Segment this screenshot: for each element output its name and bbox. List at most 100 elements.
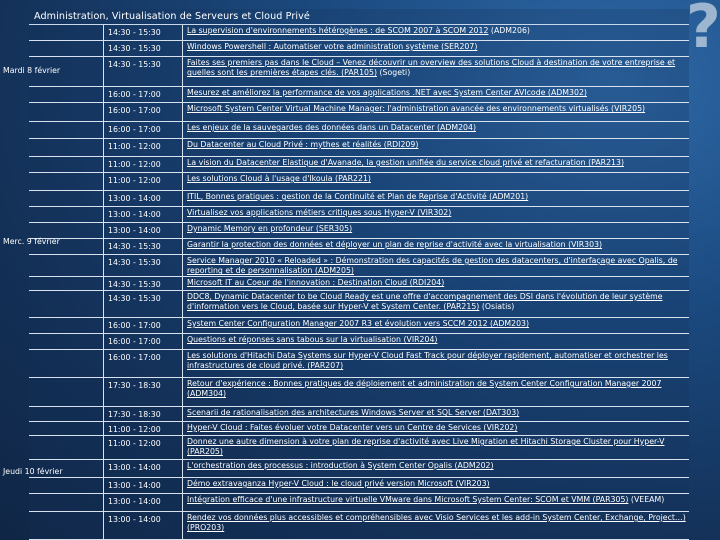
session-link[interactable]: Microsoft System Center Virtual Machine … [187,104,645,113]
session-time: 13:00 - 14:00 [105,223,183,238]
session-time: 13:00 - 14:00 [105,207,183,222]
session-row: 16:00 - 17:00 Les enjeux de la sauvegarde… [29,122,689,139]
session-link[interactable]: Retour d'expérience : Bonnes pratiques d… [187,379,661,398]
session-description: La vision du Datacenter Elastique d'Avan… [184,157,687,172]
session-link[interactable]: Hyper-V Cloud : Faites évoluer votre Dat… [187,423,517,432]
session-description: Du Datacenter au Cloud Privé : mythes et… [184,139,687,156]
session-link[interactable]: Faites ses premiers pas dans le Cloud – … [187,58,675,77]
day-cell [29,436,104,459]
session-description: Rendez vos données plus accessibles et c… [184,512,687,539]
session-description: La supervision d'environnements hétérogè… [184,25,687,40]
session-link[interactable]: Rendez vos données plus accessibles et c… [187,513,686,532]
session-link[interactable]: Microsoft IT au Coeur de l'innovation : … [187,278,444,287]
session-row: 16:00 - 17:00 Mesurez et améliorez la per… [29,87,689,103]
session-link[interactable]: L'orchestration des processus : introduc… [187,461,494,470]
day-cell [29,378,104,406]
session-link[interactable]: Scenarii de rationalisation des architec… [187,408,519,417]
session-time: 14:30 - 15:30 [105,25,183,40]
session-description: Les solutions Cloud à l'usage d'Ikoula (… [184,173,687,190]
session-row: 13:00 - 14:00 Démo extravaganza Hyper-V C… [29,478,689,494]
session-description: ITIL, Bonnes pratiques : gestion de la C… [184,191,687,206]
session-link[interactable]: Service Manager 2010 « Reloaded » : Démo… [187,256,678,275]
day-cell [29,334,104,349]
session-description: Questions et réponses sans tabous sur la… [184,334,687,349]
session-time: 13:00 - 14:00 [105,512,183,539]
session-row: 13:00 - 14:00 Intégration efficace d'une … [29,494,689,512]
session-description: Windows Powershell : Automatiser votre a… [184,41,687,56]
session-time: 14:30 - 15:30 [105,291,183,317]
session-description: L'orchestration des processus : introduc… [184,460,687,477]
session-time: 16:00 - 17:00 [105,318,183,333]
session-row: 14:30 - 15:30 La supervision d'environnem… [29,25,689,41]
day-label-tuesday: Mardi 8 février [3,66,61,75]
session-link[interactable]: Donnez une autre dimension à votre plan … [187,437,664,456]
session-row: 16:00 - 17:00 Les solutions d'Hitachi Dat… [29,350,689,378]
session-description: System Center Configuration Manager 2007… [184,318,687,333]
day-group-cover [29,112,104,238]
day-cell [29,291,104,317]
session-partner: (Sogeti) [377,68,411,78]
session-time: 14:30 - 15:30 [105,57,183,86]
session-description: Garantir la protection des données et dé… [184,239,687,254]
session-description: Faites ses premiers pas dans le Cloud – … [184,57,687,86]
day-group-cover [29,25,104,86]
session-link[interactable]: Du Datacenter au Cloud Privé : mythes et… [187,140,418,149]
session-row: 14:30 - 15:30 Garantir la protection des … [29,239,689,255]
session-time: 16:00 - 17:00 [105,103,183,121]
decorative-glyph: ? [686,0,720,62]
session-partner: (VEEAM) [628,495,665,504]
session-time: 16:00 - 17:00 [105,350,183,377]
session-description: Mesurez et améliorez la performance de v… [184,87,687,102]
session-link[interactable]: Intégration efficace d'une infrastructur… [187,495,628,504]
day-label-wednesday: Merc. 9 février [3,237,60,246]
session-description: Virtualisez vos applications métiers cri… [184,207,687,222]
session-link[interactable]: Dynamic Memory en profondeur (SER305) [187,224,352,233]
session-time: 16:00 - 17:00 [105,122,183,138]
session-time: 14:30 - 15:30 [105,41,183,56]
session-description: Hyper-V Cloud : Faites évoluer votre Dat… [184,422,687,435]
session-link[interactable]: System Center Configuration Manager 2007… [187,319,529,328]
day-cell [29,422,104,435]
session-link[interactable]: DDC8, Dynamic Datacenter to be Cloud Rea… [187,292,663,311]
session-link[interactable]: La supervision d'environnements hétérogè… [187,26,488,35]
session-link[interactable]: Questions et réponses sans tabous sur la… [187,335,437,344]
session-description: Retour d'expérience : Bonnes pratiques d… [184,378,687,406]
session-link[interactable]: Virtualisez vos applications métiers cri… [187,208,451,217]
session-row: 13:00 - 14:00 Dynamic Memory en profondeu… [29,223,689,239]
session-row: 14:30 - 15:30 Microsoft IT au Coeur de l'… [29,277,689,291]
session-row: 13:00 - 14:00 ITIL, Bonnes pratiques : ge… [29,191,689,207]
session-link[interactable]: Garantir la protection des données et dé… [187,240,602,249]
session-description: Donnez une autre dimension à votre plan … [184,436,687,459]
session-row: 14:30 - 15:30 DDC8, Dynamic Datacenter to… [29,291,689,318]
session-link[interactable]: La vision du Datacenter Elastique d'Avan… [187,158,624,167]
session-row: 17:30 - 18:30 Retour d'expérience : Bonne… [29,378,689,407]
day-cell [29,87,104,102]
session-link[interactable]: Windows Powershell : Automatiser votre a… [187,42,477,51]
session-row: 13:00 - 14:00 Virtualisez vos application… [29,207,689,223]
session-row: 13:00 - 14:00 Rendez vos données plus acc… [29,512,689,540]
session-partner: (Osiatis) [479,302,515,312]
session-time: 17:30 - 18:30 [105,407,183,421]
day-cell [29,277,104,290]
session-description: Démo extravaganza Hyper-V Cloud : le clo… [184,478,687,493]
session-row: 11:00 - 12:00 Hyper-V Cloud : Faites évol… [29,422,689,436]
session-row: 16:00 - 17:00 Questions et réponses sans … [29,334,689,350]
session-link[interactable]: Les enjeux de la sauvegardes des données… [187,123,476,132]
session-description: Scenarii de rationalisation des architec… [184,407,687,421]
day-cell [29,350,104,377]
session-link[interactable]: Les solutions Cloud à l'usage d'Ikoula (… [187,174,371,183]
session-link[interactable]: Démo extravaganza Hyper-V Cloud : le clo… [187,479,490,488]
session-description: Microsoft IT au Coeur de l'innovation : … [184,277,687,290]
session-time: 11:00 - 12:00 [105,422,183,435]
slide-title: Administration, Virtualisation de Serveu… [34,11,310,22]
day-cell [29,255,104,276]
session-link[interactable]: ITIL, Bonnes pratiques : gestion de la C… [187,192,528,201]
session-time: 14:30 - 15:30 [105,277,183,290]
session-description: Les enjeux de la sauvegardes des données… [184,122,687,138]
session-time: 13:00 - 14:00 [105,191,183,206]
session-link[interactable]: Mesurez et améliorez la performance de v… [187,88,587,97]
session-description: Service Manager 2010 « Reloaded » : Démo… [184,255,687,276]
session-row: 11:00 - 12:00 Du Datacenter au Cloud Priv… [29,139,689,157]
session-link[interactable]: Les solutions d'Hitachi Data Systems sur… [187,351,668,370]
day-label-thursday: Jeudi 10 février [3,467,63,476]
